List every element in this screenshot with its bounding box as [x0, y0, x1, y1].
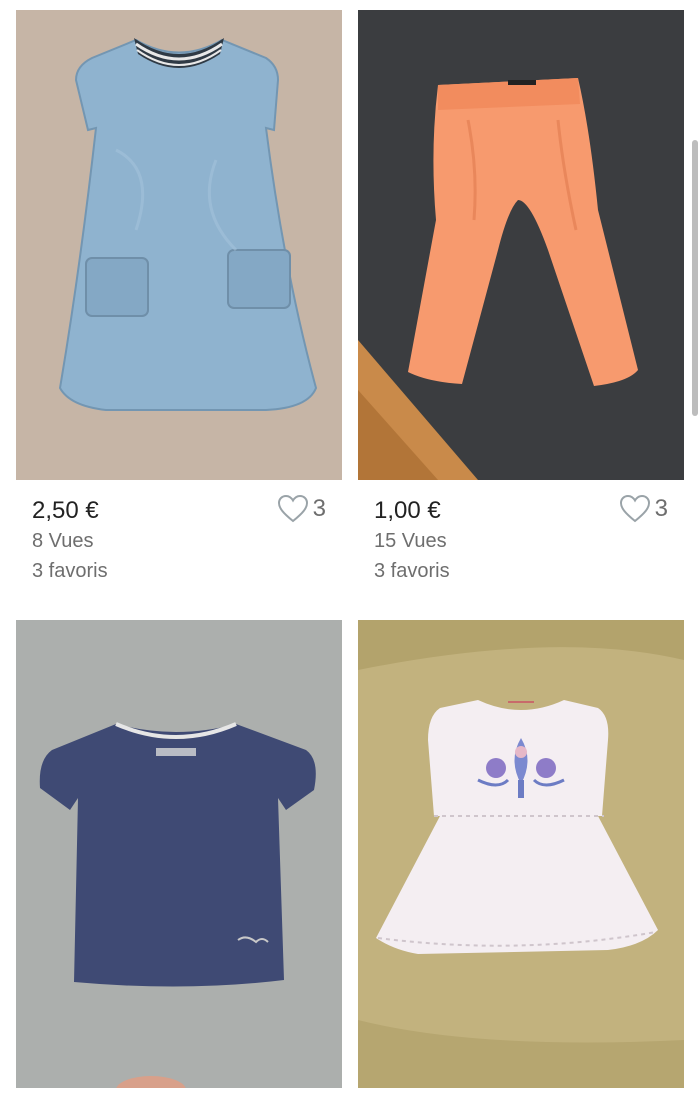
navy-tshirt-image: [16, 620, 342, 1088]
listing-card[interactable]: [16, 620, 342, 1088]
listing-photo-denim-dress[interactable]: [16, 10, 342, 480]
orange-leggings-image: [358, 10, 684, 480]
listing-info: 2,50 € 8 Vues 3 favoris 3: [16, 480, 342, 606]
listing-card[interactable]: 1,00 € 15 Vues 3 favoris 3: [358, 10, 684, 606]
listing-grid: 2,50 € 8 Vues 3 favoris 3 1,00 € 15 Vues…: [0, 0, 700, 1099]
listing-photo-orange-leggings[interactable]: [358, 10, 684, 480]
listing-card[interactable]: [358, 620, 684, 1088]
favorite-count: 3: [654, 495, 668, 522]
favorite-button[interactable]: 3: [277, 494, 326, 524]
listing-info: 1,00 € 15 Vues 3 favoris 3: [358, 480, 684, 606]
denim-dress-image: [16, 10, 342, 480]
listing-views: 8 Vues: [32, 530, 94, 552]
favorite-count: 3: [312, 495, 326, 522]
heart-icon: [619, 494, 651, 524]
listing-photo-white-top[interactable]: [358, 620, 684, 1088]
listing-photo-navy-tshirt[interactable]: [16, 620, 342, 1088]
favorite-button[interactable]: 3: [619, 494, 668, 524]
scrollbar[interactable]: [692, 140, 698, 416]
white-top-image: [358, 620, 684, 1088]
listing-favorites: 3 favoris: [32, 560, 108, 582]
listing-card[interactable]: 2,50 € 8 Vues 3 favoris 3: [16, 10, 342, 606]
listing-favorites: 3 favoris: [374, 560, 450, 582]
listing-views: 15 Vues: [374, 530, 447, 552]
heart-icon: [277, 494, 309, 524]
